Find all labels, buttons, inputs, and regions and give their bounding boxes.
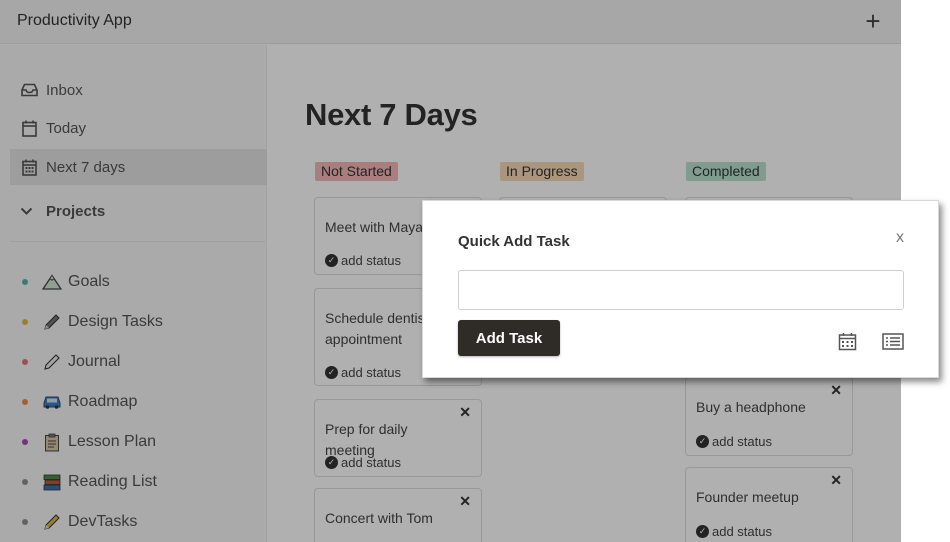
dialog-title: Quick Add Task bbox=[458, 233, 570, 250]
calendar-icon[interactable] bbox=[836, 330, 858, 352]
quick-add-task-dialog: Quick Add Task x Add Task bbox=[422, 200, 939, 378]
details-list-icon[interactable] bbox=[881, 330, 905, 352]
task-name-input[interactable] bbox=[458, 270, 904, 310]
add-task-button[interactable]: Add Task bbox=[458, 320, 560, 356]
close-button[interactable]: x bbox=[896, 229, 904, 247]
